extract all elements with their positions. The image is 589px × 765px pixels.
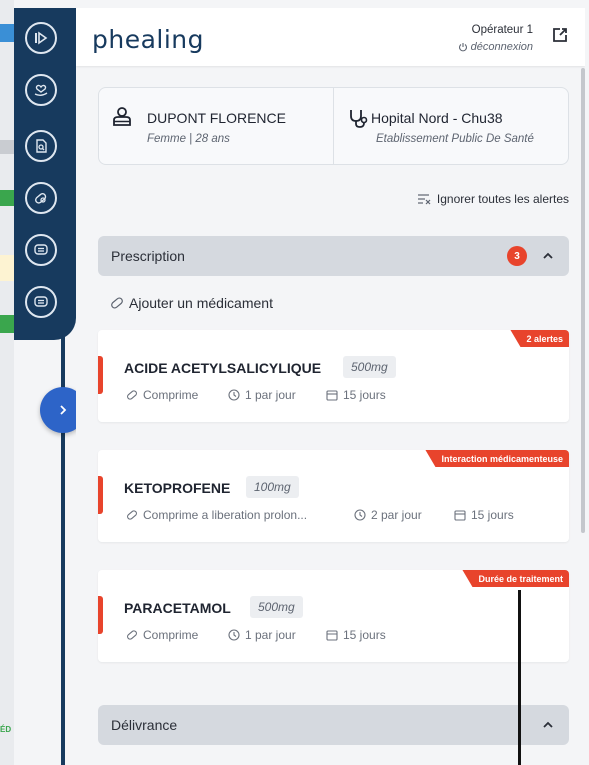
power-icon bbox=[458, 43, 467, 52]
calendar-icon bbox=[326, 390, 338, 401]
medication-form: Comprime bbox=[126, 628, 198, 642]
sidebar bbox=[14, 8, 76, 340]
medication-dose: 100mg bbox=[246, 476, 299, 498]
medication-frequency: 1 par jour bbox=[228, 628, 296, 642]
medication-search-button[interactable] bbox=[25, 182, 57, 214]
background-block bbox=[0, 315, 14, 333]
alert-tag: 2 alertes bbox=[510, 330, 569, 347]
alert-accent-bar bbox=[98, 596, 103, 634]
skip-button[interactable] bbox=[25, 22, 57, 54]
medication-frequency: 1 par jour bbox=[228, 388, 296, 402]
ignore-alerts-label: Ignorer toutes les alertes bbox=[436, 192, 569, 206]
frequency-label: 1 par jour bbox=[245, 628, 296, 642]
message-button[interactable] bbox=[25, 286, 57, 318]
duration-label: 15 jours bbox=[471, 508, 514, 522]
medication-dose: 500mg bbox=[343, 356, 396, 378]
hospital-type: Etablissement Public De Santé bbox=[376, 133, 534, 145]
background-block bbox=[0, 255, 14, 281]
hospital-name: Hopital Nord - Chu38 bbox=[371, 110, 503, 126]
medication-name: PARACETAMOL bbox=[124, 600, 231, 616]
document-button[interactable] bbox=[25, 130, 57, 162]
care-button[interactable] bbox=[25, 74, 57, 106]
stethoscope-icon bbox=[350, 110, 368, 128]
prescription-panel: phealing Opérateur 1 déconnexion DUPONT … bbox=[76, 8, 585, 750]
pill-icon bbox=[127, 510, 137, 520]
annotation-pointer-line bbox=[518, 590, 521, 765]
scrollbar[interactable] bbox=[581, 68, 585, 533]
panel-header: phealing Opérateur 1 déconnexion bbox=[76, 8, 585, 66]
add-medication-button[interactable]: Ajouter un médicament bbox=[110, 295, 273, 311]
medication-duration: 15 jours bbox=[454, 508, 514, 522]
document-search-icon bbox=[36, 139, 47, 153]
app-logo: phealing bbox=[92, 25, 205, 54]
background-block bbox=[0, 24, 14, 42]
chat-icon bbox=[34, 244, 48, 255]
background-block bbox=[0, 140, 14, 154]
duration-label: 15 jours bbox=[343, 628, 386, 642]
chevron-up-icon[interactable] bbox=[541, 718, 555, 732]
logout-link[interactable]: déconnexion bbox=[458, 41, 533, 53]
pill-icon bbox=[127, 630, 137, 640]
clock-icon bbox=[228, 389, 240, 401]
patient-details: Femme | 28 ans bbox=[147, 133, 230, 145]
medication-card[interactable]: Interaction médicamenteuse KETOPROFENE 1… bbox=[98, 450, 569, 542]
medication-form: Comprime bbox=[126, 388, 198, 402]
calendar-icon bbox=[326, 630, 338, 641]
medication-frequency: 2 par jour bbox=[354, 508, 422, 522]
chevron-up-icon[interactable] bbox=[541, 249, 555, 263]
ignore-alerts-button[interactable]: Ignorer toutes les alertes bbox=[417, 192, 569, 206]
pill-icon bbox=[127, 390, 137, 400]
add-medication-label: Ajouter un médicament bbox=[129, 295, 273, 311]
skip-icon bbox=[35, 31, 48, 45]
alert-tag: Interaction médicamenteuse bbox=[425, 450, 569, 467]
frequency-label: 1 par jour bbox=[245, 388, 296, 402]
background-block bbox=[0, 190, 14, 206]
frequency-label: 2 par jour bbox=[371, 508, 422, 522]
form-label: Comprime bbox=[143, 628, 199, 642]
chevron-right-icon bbox=[60, 405, 67, 415]
operator-name: Opérateur 1 bbox=[471, 24, 533, 36]
alert-accent-bar bbox=[98, 356, 103, 394]
medication-name: KETOPROFENE bbox=[124, 480, 231, 496]
background-letter: ÉD bbox=[0, 725, 12, 734]
patient-icon bbox=[113, 107, 131, 126]
external-link-icon[interactable] bbox=[551, 26, 569, 44]
prescription-section-header[interactable]: Prescription 3 bbox=[98, 236, 569, 276]
alert-tag: Durée de traitement bbox=[462, 570, 569, 587]
pill-search-icon bbox=[35, 193, 47, 204]
chat-button[interactable] bbox=[25, 234, 57, 266]
message-icon bbox=[34, 296, 48, 307]
alert-count-badge: 3 bbox=[507, 246, 527, 266]
patient-card: DUPONT FLORENCE Femme | 28 ans Hopital N… bbox=[98, 87, 569, 165]
clear-list-icon bbox=[417, 193, 431, 204]
clock-icon bbox=[354, 509, 366, 521]
card-divider bbox=[333, 88, 334, 164]
background-app-strip: ÉD bbox=[0, 0, 14, 765]
alert-accent-bar bbox=[98, 476, 103, 514]
heart-hand-icon bbox=[34, 84, 48, 96]
pill-plus-icon bbox=[111, 297, 123, 309]
medication-duration: 15 jours bbox=[326, 388, 386, 402]
medication-card[interactable]: 2 alertes ACIDE ACETYLSALICYLIQUE 500mg … bbox=[98, 330, 569, 422]
medication-dose: 500mg bbox=[250, 596, 303, 618]
patient-name: DUPONT FLORENCE bbox=[147, 110, 286, 126]
calendar-icon bbox=[454, 510, 466, 521]
clock-icon bbox=[228, 629, 240, 641]
medication-duration: 15 jours bbox=[326, 628, 386, 642]
medication-card[interactable]: Durée de traitement PARACETAMOL 500mg Co… bbox=[98, 570, 569, 662]
medication-form: Comprime a liberation prolon... bbox=[126, 508, 307, 522]
form-label: Comprime a liberation prolon... bbox=[143, 508, 308, 522]
prescription-section-title: Prescription bbox=[111, 248, 185, 264]
duration-label: 15 jours bbox=[343, 388, 386, 402]
delivery-section-header[interactable]: Délivrance bbox=[98, 705, 569, 745]
delivery-section-title: Délivrance bbox=[111, 717, 178, 733]
medication-name: ACIDE ACETYLSALICYLIQUE bbox=[124, 360, 322, 376]
form-label: Comprime bbox=[143, 388, 199, 402]
logout-label: déconnexion bbox=[470, 41, 533, 53]
